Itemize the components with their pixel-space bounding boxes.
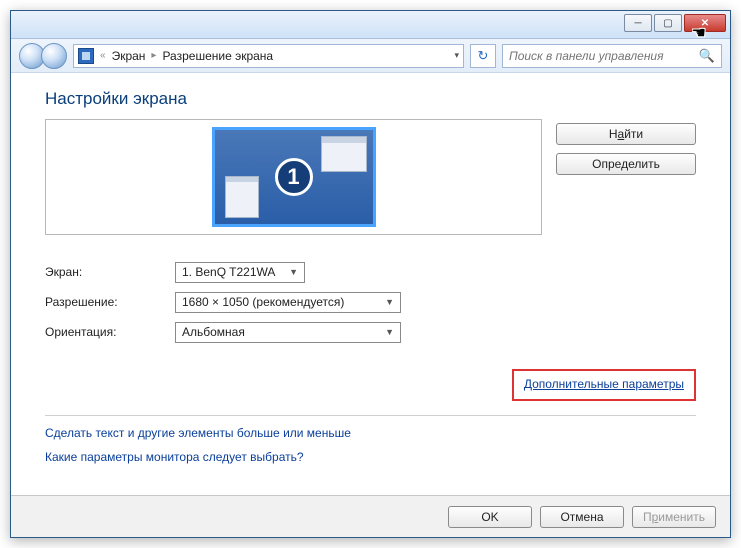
label-orientation: Ориентация: [45, 325, 175, 339]
label-resolution: Разрешение: [45, 295, 175, 309]
chevron-down-icon: ▼ [385, 327, 394, 337]
chevron-down-icon: ▼ [385, 297, 394, 307]
breadcrumb[interactable]: « Экран ▸ Разрешение экрана ▾ [73, 44, 464, 68]
breadcrumb-item[interactable]: Экран [112, 49, 146, 63]
search-input[interactable] [509, 49, 699, 63]
app-window-icon [321, 136, 367, 172]
page-title: Настройки экрана [45, 89, 696, 109]
settings-form: Экран: 1. BenQ T221WA▼ Разрешение: 1680 … [45, 257, 696, 347]
display-preview[interactable]: 1 [45, 119, 542, 235]
dialog-footer: OK Отмена Применить [11, 495, 730, 537]
find-button[interactable]: Найти [556, 123, 696, 145]
breadcrumb-item[interactable]: Разрешение экрана [162, 49, 273, 63]
resolution-select[interactable]: 1680 × 1050 (рекомендуется)▼ [175, 292, 401, 313]
chevron-right-icon: « [100, 50, 106, 61]
content-panel: Настройки экрана 1 Найти Определить Экра… [11, 73, 730, 495]
window-screen-resolution: ─ ▢ ✕ « Экран ▸ Разрешение экрана ▾ ↻ 🔍 … [10, 10, 731, 538]
maximize-button[interactable]: ▢ [654, 14, 682, 32]
control-panel-icon [78, 48, 94, 64]
orientation-select[interactable]: Альбомная▼ [175, 322, 401, 343]
titlebar: ─ ▢ ✕ [11, 11, 730, 39]
forward-button[interactable] [41, 43, 67, 69]
apply-button: Применить [632, 506, 716, 528]
close-button[interactable]: ✕ [684, 14, 726, 32]
ok-button[interactable]: OK [448, 506, 532, 528]
advanced-settings-link[interactable]: Дополнительные параметры [524, 377, 684, 391]
chevron-right-icon: ▸ [151, 50, 156, 61]
refresh-button[interactable]: ↻ [470, 44, 496, 68]
search-box[interactable]: 🔍 [502, 44, 722, 68]
monitor-thumbnail[interactable]: 1 [212, 127, 376, 227]
identify-button[interactable]: Определить [556, 153, 696, 175]
which-settings-link[interactable]: Какие параметры монитора следует выбрать… [45, 450, 696, 464]
monitor-number-badge: 1 [275, 158, 313, 196]
search-icon: 🔍 [699, 48, 715, 64]
doc-window-icon [225, 176, 259, 218]
highlight-box: Дополнительные параметры ☚ [512, 369, 696, 401]
chevron-down-icon[interactable]: ▾ [454, 50, 459, 61]
cancel-button[interactable]: Отмена [540, 506, 624, 528]
screen-select[interactable]: 1. BenQ T221WA▼ [175, 262, 305, 283]
chevron-down-icon: ▼ [289, 267, 298, 277]
divider [45, 415, 696, 416]
text-size-link[interactable]: Сделать текст и другие элементы больше и… [45, 426, 696, 440]
address-bar: « Экран ▸ Разрешение экрана ▾ ↻ 🔍 [11, 39, 730, 73]
label-screen: Экран: [45, 265, 175, 279]
minimize-button[interactable]: ─ [624, 14, 652, 32]
